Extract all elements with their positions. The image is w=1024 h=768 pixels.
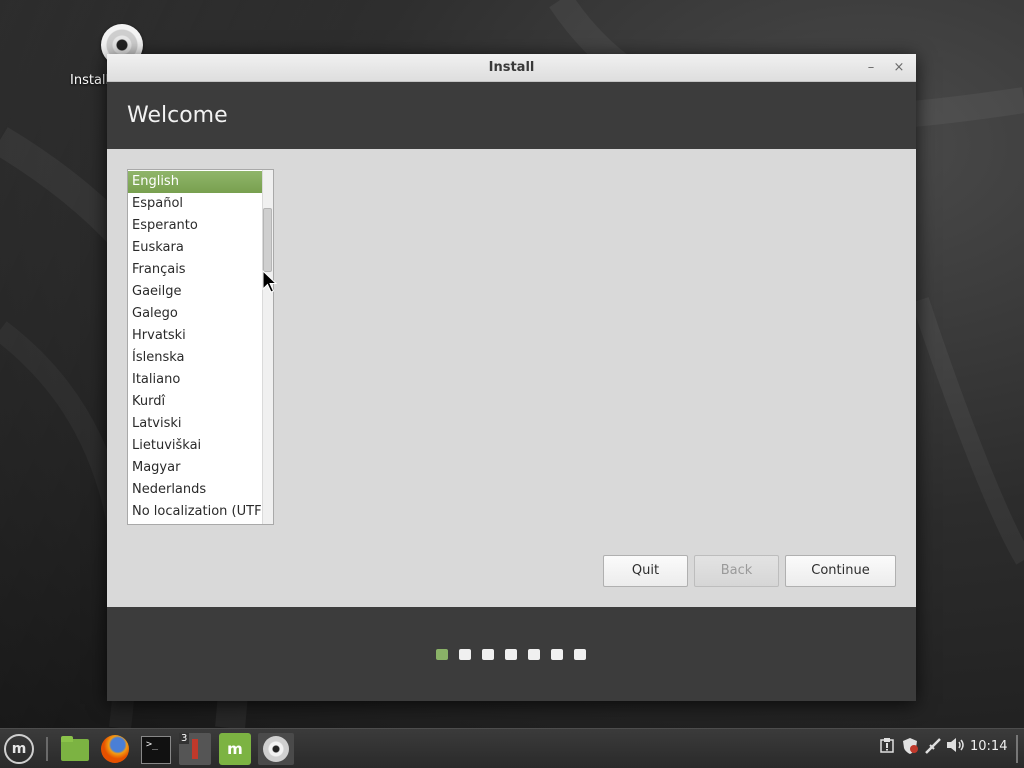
language-item[interactable]: Esperanto bbox=[128, 215, 262, 237]
language-item[interactable]: Galego bbox=[128, 303, 262, 325]
mint-install-icon[interactable]: m bbox=[219, 733, 251, 765]
language-item[interactable]: Italiano bbox=[128, 369, 262, 391]
language-item[interactable]: Gaeilge bbox=[128, 281, 262, 303]
language-item[interactable]: Français bbox=[128, 259, 262, 281]
disc-icon[interactable] bbox=[258, 733, 294, 765]
language-item[interactable]: Latviski bbox=[128, 413, 262, 435]
progress-step-5 bbox=[528, 649, 540, 660]
progress-step-4 bbox=[505, 649, 517, 660]
language-item[interactable]: Euskara bbox=[128, 237, 262, 259]
update-manager-icon[interactable] bbox=[876, 737, 898, 761]
tie-icon bbox=[192, 739, 198, 759]
shield-icon[interactable] bbox=[899, 737, 921, 761]
close-button[interactable]: × bbox=[890, 59, 908, 77]
scrollbar-thumb[interactable] bbox=[263, 208, 272, 272]
mouse-pointer-icon bbox=[262, 270, 278, 293]
folder-icon[interactable] bbox=[60, 733, 92, 765]
progress-step-7 bbox=[574, 649, 586, 660]
language-list[interactable]: English Español Esperanto Euskara França… bbox=[127, 169, 274, 525]
mint-menu-icon[interactable]: m bbox=[4, 734, 34, 764]
minimize-button[interactable]: – bbox=[862, 59, 880, 77]
window-group-icon[interactable]: 3 bbox=[179, 733, 211, 765]
window-title: Install bbox=[488, 60, 535, 75]
terminal-icon[interactable]: >_ bbox=[139, 733, 171, 765]
content-area: English Español Esperanto Euskara França… bbox=[107, 149, 916, 607]
language-item[interactable]: Hrvatski bbox=[128, 325, 262, 347]
quit-button[interactable]: Quit bbox=[603, 555, 688, 587]
language-item[interactable]: Kurdî bbox=[128, 391, 262, 413]
progress-step-2 bbox=[459, 649, 471, 660]
progress-step-6 bbox=[551, 649, 563, 660]
language-item[interactable]: No localization (UTF-8) bbox=[128, 501, 262, 523]
page-title: Welcome bbox=[127, 103, 228, 128]
language-list-scrollbar[interactable] bbox=[262, 170, 273, 524]
language-item[interactable]: Lietuviškai bbox=[128, 435, 262, 457]
language-item[interactable]: Español bbox=[128, 193, 262, 215]
language-item[interactable]: Nederlands bbox=[128, 479, 262, 501]
clock[interactable]: 10:14 bbox=[970, 739, 1007, 754]
language-item[interactable]: English bbox=[128, 171, 262, 193]
continue-button[interactable]: Continue bbox=[785, 555, 896, 587]
back-button[interactable]: Back bbox=[694, 555, 779, 587]
installer-window: Install – × Welcome English Español Espe… bbox=[107, 54, 916, 701]
language-item[interactable]: Íslenska bbox=[128, 347, 262, 369]
progress-step-3 bbox=[482, 649, 494, 660]
show-desktop-button[interactable] bbox=[1016, 735, 1018, 763]
network-icon[interactable] bbox=[922, 737, 944, 761]
language-item[interactable]: Magyar bbox=[128, 457, 262, 479]
taskbar-separator bbox=[46, 737, 48, 761]
terminal-prompt: >_ bbox=[146, 739, 159, 750]
progress-footer bbox=[107, 607, 916, 701]
desktop-icon-label: Install bbox=[70, 73, 110, 88]
window-count-badge: 3 bbox=[179, 733, 190, 744]
page-header: Welcome bbox=[107, 82, 916, 149]
volume-icon[interactable] bbox=[945, 737, 967, 761]
taskbar: m >_ 3 m 10:14 bbox=[0, 728, 1024, 768]
progress-step-1 bbox=[436, 649, 448, 660]
window-titlebar[interactable]: Install – × bbox=[107, 54, 916, 82]
firefox-icon[interactable] bbox=[99, 733, 131, 765]
